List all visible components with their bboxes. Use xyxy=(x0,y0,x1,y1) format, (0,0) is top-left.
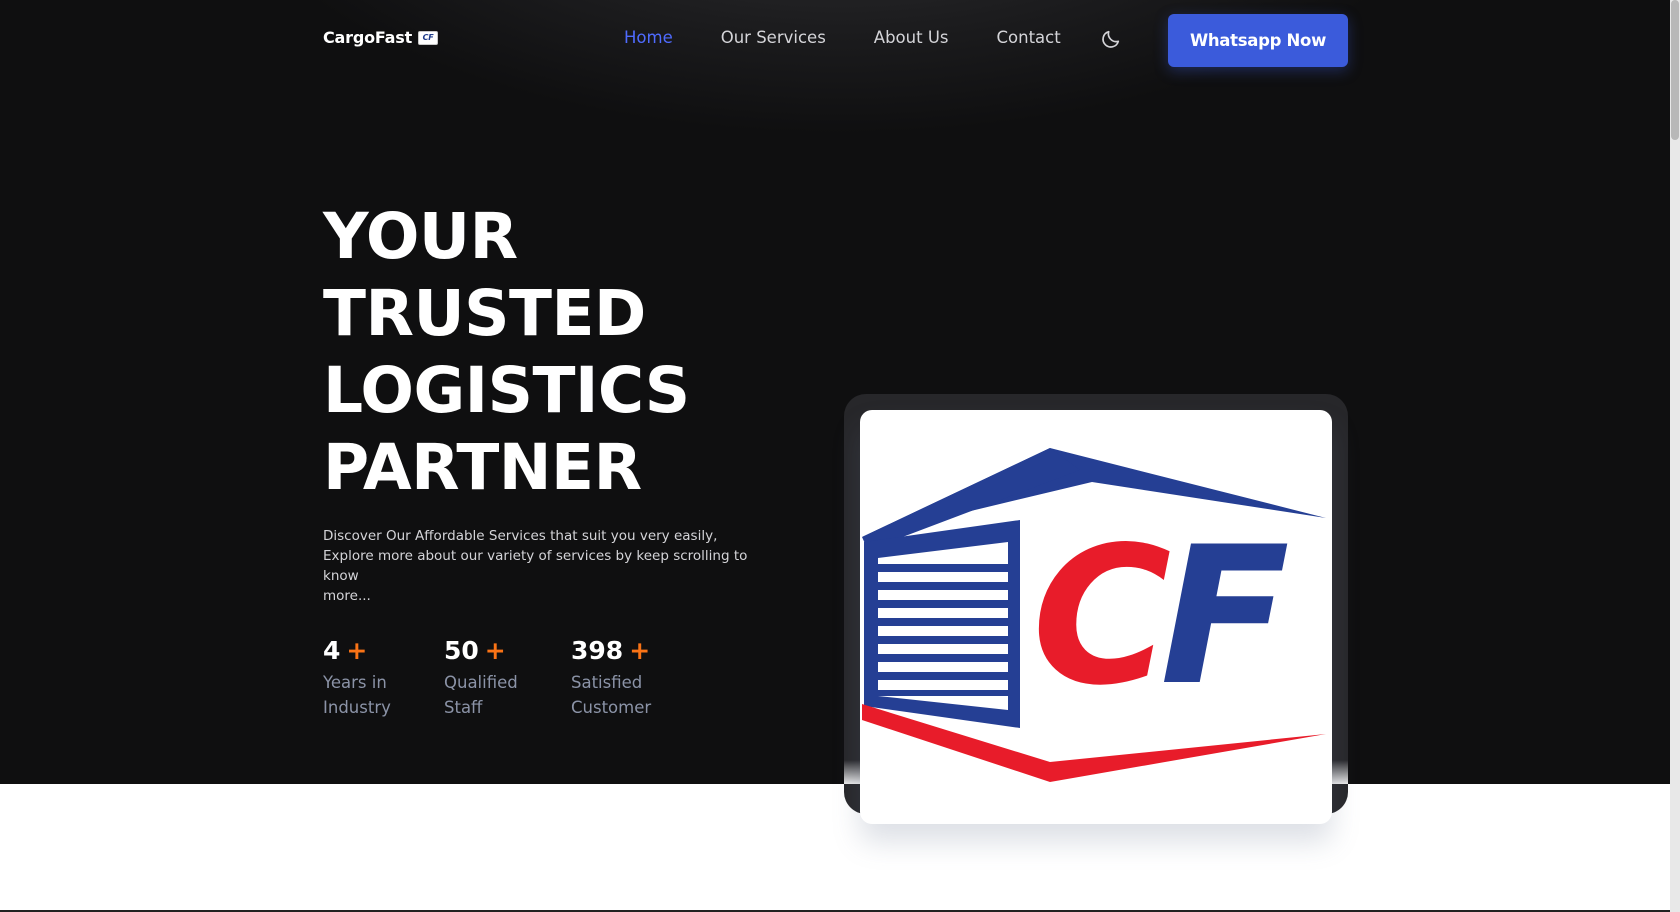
cargofast-logo-image: C F xyxy=(860,410,1332,824)
nav-about-us[interactable]: About Us xyxy=(874,28,949,47)
nav-contact[interactable]: Contact xyxy=(997,28,1061,47)
stat-plus: + xyxy=(484,636,506,665)
brand-flag-icon: CF xyxy=(418,30,439,45)
content-section xyxy=(0,784,1670,912)
whatsapp-now-button[interactable]: Whatsapp Now xyxy=(1168,14,1348,67)
stat-value: 398 xyxy=(571,636,624,665)
stat-value: 50 xyxy=(444,636,479,665)
logo-letter-f: F xyxy=(1160,506,1290,727)
nav-home[interactable]: Home xyxy=(624,28,673,47)
stat-customers: 398 + Satisfied Customer xyxy=(571,636,661,720)
headline-line: TRUSTED xyxy=(323,277,646,350)
brand-name: CargoFast xyxy=(323,28,413,47)
hero-section xyxy=(0,0,1670,784)
brand-logo[interactable]: CargoFast CF xyxy=(323,28,439,47)
hero-headline: YOUR TRUSTED LOGISTICS PARTNER xyxy=(323,198,690,506)
headline-line: LOGISTICS xyxy=(323,354,690,427)
stat-label: Years in Industry xyxy=(323,673,391,717)
stat-label: Qualified Staff xyxy=(444,673,518,717)
cf-container-logo-icon: C F xyxy=(862,448,1326,782)
stat-staff: 50 + Qualified Staff xyxy=(444,636,534,720)
stat-years: 4 + Years in Industry xyxy=(323,636,413,720)
scrollbar-thumb[interactable] xyxy=(1671,0,1679,140)
stat-plus: + xyxy=(629,636,651,665)
description-line: Explore more about our variety of servic… xyxy=(323,548,748,584)
description-line: Discover Our Affordable Services that su… xyxy=(323,528,718,544)
nav-our-services[interactable]: Our Services xyxy=(721,28,826,47)
page-scrollbar[interactable] xyxy=(1670,0,1680,912)
headline-line: YOUR xyxy=(323,200,518,273)
stat-label: Satisfied Customer xyxy=(571,673,652,717)
hero-description: Discover Our Affordable Services that su… xyxy=(323,526,783,606)
headline-line: PARTNER xyxy=(323,431,642,504)
stat-plus: + xyxy=(346,636,368,665)
description-line: more... xyxy=(323,588,371,604)
main-nav: Home Our Services About Us Contact xyxy=(624,28,1109,47)
logo-letter-c: C xyxy=(1032,506,1171,727)
moon-icon xyxy=(1102,30,1120,48)
stat-value: 4 xyxy=(323,636,341,665)
theme-toggle-button[interactable] xyxy=(1100,28,1122,50)
